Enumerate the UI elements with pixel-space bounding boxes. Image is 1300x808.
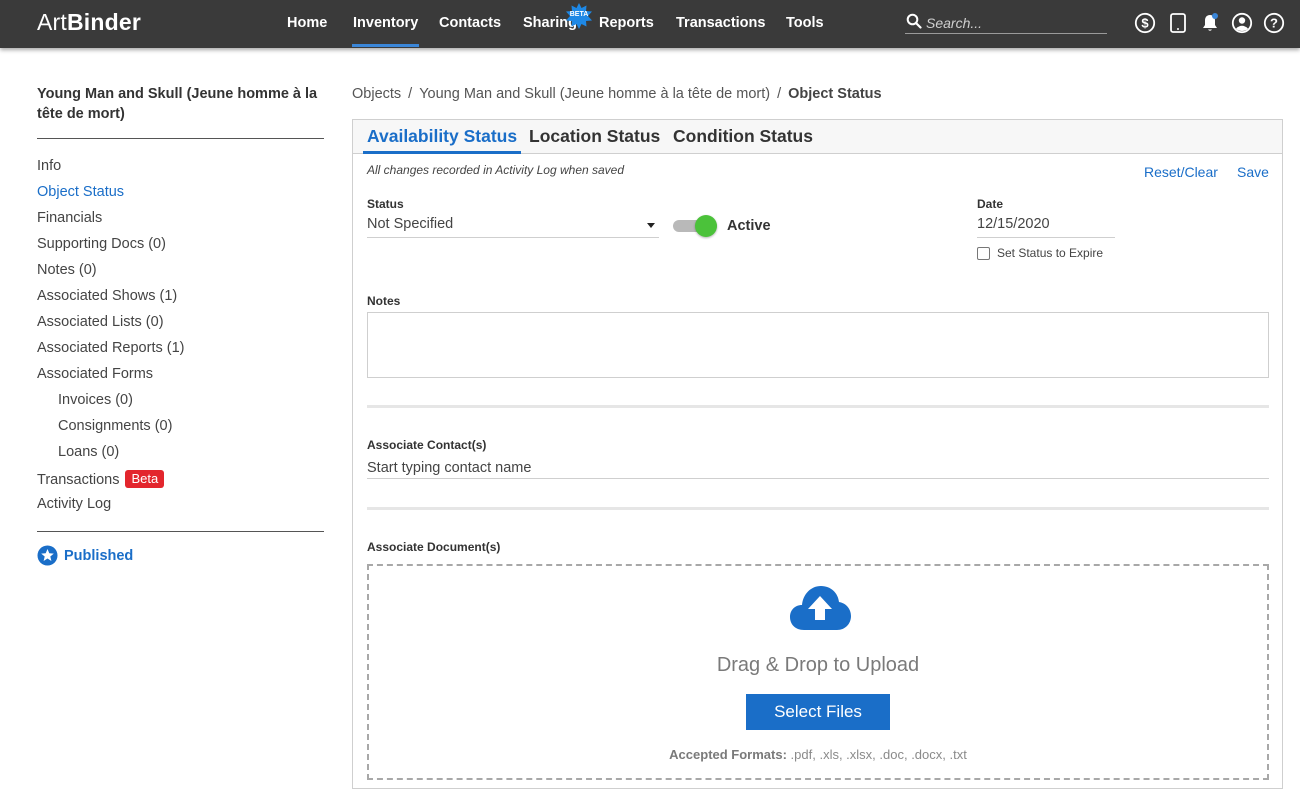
sidebar-item-info[interactable]: Info <box>37 158 61 174</box>
sidebar-item-transactions[interactable]: Transactions Beta <box>37 470 165 488</box>
section-divider <box>367 405 1269 408</box>
tablet-icon[interactable] <box>1167 12 1189 34</box>
sidebar-item-supporting-docs[interactable]: Supporting Docs (0) <box>37 236 166 252</box>
sidebar-item-notes[interactable]: Notes (0) <box>37 262 97 278</box>
search-bar <box>905 12 1107 34</box>
nav-inventory[interactable]: Inventory <box>351 15 420 47</box>
notes-label: Notes <box>367 294 401 308</box>
object-title: Young Man and Skull (Jeune homme à la tê… <box>37 86 318 122</box>
sidebar-item-consignments[interactable]: Consignments (0) <box>58 418 172 434</box>
top-nav-bar: ArtBinder Home Inventory Contacts Sharin… <box>0 0 1300 48</box>
nav-tools[interactable]: Tools <box>786 15 824 31</box>
nav-reports[interactable]: Reports <box>599 15 654 31</box>
expire-checkbox[interactable] <box>977 246 990 260</box>
beta-badge: Beta <box>125 470 165 488</box>
svg-text:$: $ <box>1141 16 1149 31</box>
accepted-formats-value: .pdf, .xls, .xlsx, .doc, .docx, .txt <box>790 747 967 762</box>
sidebar-item-associated-forms[interactable]: Associated Forms <box>37 366 153 382</box>
star-circle-icon <box>37 545 58 566</box>
sidebar-item-associated-shows[interactable]: Associated Shows (1) <box>37 288 177 304</box>
sidebar-item-object-status[interactable]: Object Status <box>37 184 124 200</box>
search-icon[interactable] <box>906 13 922 29</box>
toggle-knob <box>695 215 717 237</box>
contact-search-input[interactable] <box>367 457 1269 479</box>
tab-availability-status[interactable]: Availability Status <box>362 126 522 154</box>
nav-home[interactable]: Home <box>287 15 327 31</box>
artbinder-logo[interactable]: ArtBinder <box>37 9 141 36</box>
date-field[interactable]: 12/15/2020 <box>977 216 1115 238</box>
status-select[interactable]: Not Specified <box>367 216 659 238</box>
reset-clear-button[interactable]: Reset/Clear <box>1144 164 1218 180</box>
save-button[interactable]: Save <box>1237 164 1269 180</box>
sidebar-item-invoices[interactable]: Invoices (0) <box>58 392 133 408</box>
documents-label: Associate Document(s) <box>367 540 501 554</box>
dollar-icon[interactable]: $ <box>1134 12 1156 34</box>
expire-checkbox-label: Set Status to Expire <box>997 246 1104 260</box>
tab-location-status[interactable]: Location Status <box>529 126 660 147</box>
changes-note: All changes recorded in Activity Log whe… <box>367 163 625 177</box>
date-label: Date <box>977 197 1004 211</box>
search-input[interactable] <box>926 14 1104 32</box>
sidebar-item-associated-reports[interactable]: Associated Reports (1) <box>37 340 184 356</box>
document-dropzone[interactable]: Drag & Drop to Upload Select Files Accep… <box>367 564 1269 780</box>
user-account-icon[interactable] <box>1231 12 1253 34</box>
breadcrumb-object[interactable]: Young Man and Skull (Jeune homme à la tê… <box>419 86 770 102</box>
accepted-formats: Accepted Formats: .pdf, .xls, .xlsx, .do… <box>369 747 1267 762</box>
tab-condition-status[interactable]: Condition Status <box>673 126 813 147</box>
section-divider <box>367 507 1269 510</box>
sidebar-item-associated-lists[interactable]: Associated Lists (0) <box>37 314 164 330</box>
notes-textarea[interactable] <box>367 312 1269 378</box>
contacts-label: Associate Contact(s) <box>367 438 487 452</box>
status-select-value: Not Specified <box>367 216 454 232</box>
accepted-formats-label: Accepted Formats: <box>669 747 787 762</box>
caret-down-icon <box>647 223 655 228</box>
cloud-upload-icon <box>790 586 851 630</box>
drag-drop-text: Drag & Drop to Upload <box>716 654 920 676</box>
breadcrumb-objects[interactable]: Objects <box>352 86 401 102</box>
set-status-expire[interactable]: Set Status to Expire <box>977 246 1103 260</box>
sidebar-item-activity-log[interactable]: Activity Log <box>37 496 111 512</box>
status-panel: Availability Status Location Status Cond… <box>352 119 1283 789</box>
select-files-button[interactable]: Select Files <box>746 694 890 730</box>
status-label: Status <box>367 197 404 211</box>
sidebar-item-loans[interactable]: Loans (0) <box>58 444 119 460</box>
nav-transactions[interactable]: Transactions <box>676 15 765 31</box>
active-toggle[interactable] <box>671 215 719 237</box>
sidebar-item-financials[interactable]: Financials <box>37 210 102 226</box>
sidebar-divider <box>37 138 324 139</box>
status-tabs: Availability Status Location Status Cond… <box>353 120 1282 154</box>
help-icon[interactable]: ? <box>1263 12 1285 34</box>
published-status[interactable]: Published <box>37 545 133 566</box>
active-toggle-label: Active <box>727 218 771 234</box>
published-label: Published <box>64 547 134 564</box>
bell-icon[interactable] <box>1199 12 1221 34</box>
breadcrumb-current: Object Status <box>788 86 882 102</box>
breadcrumb: Objects / Young Man and Skull (Jeune homme… <box>352 86 882 102</box>
sidebar-divider <box>37 531 324 532</box>
sidebar-item-label: Transactions <box>37 472 120 488</box>
nav-contacts[interactable]: Contacts <box>439 15 501 31</box>
svg-text:?: ? <box>1270 16 1278 31</box>
beta-star-badge: BETA <box>565 3 593 29</box>
